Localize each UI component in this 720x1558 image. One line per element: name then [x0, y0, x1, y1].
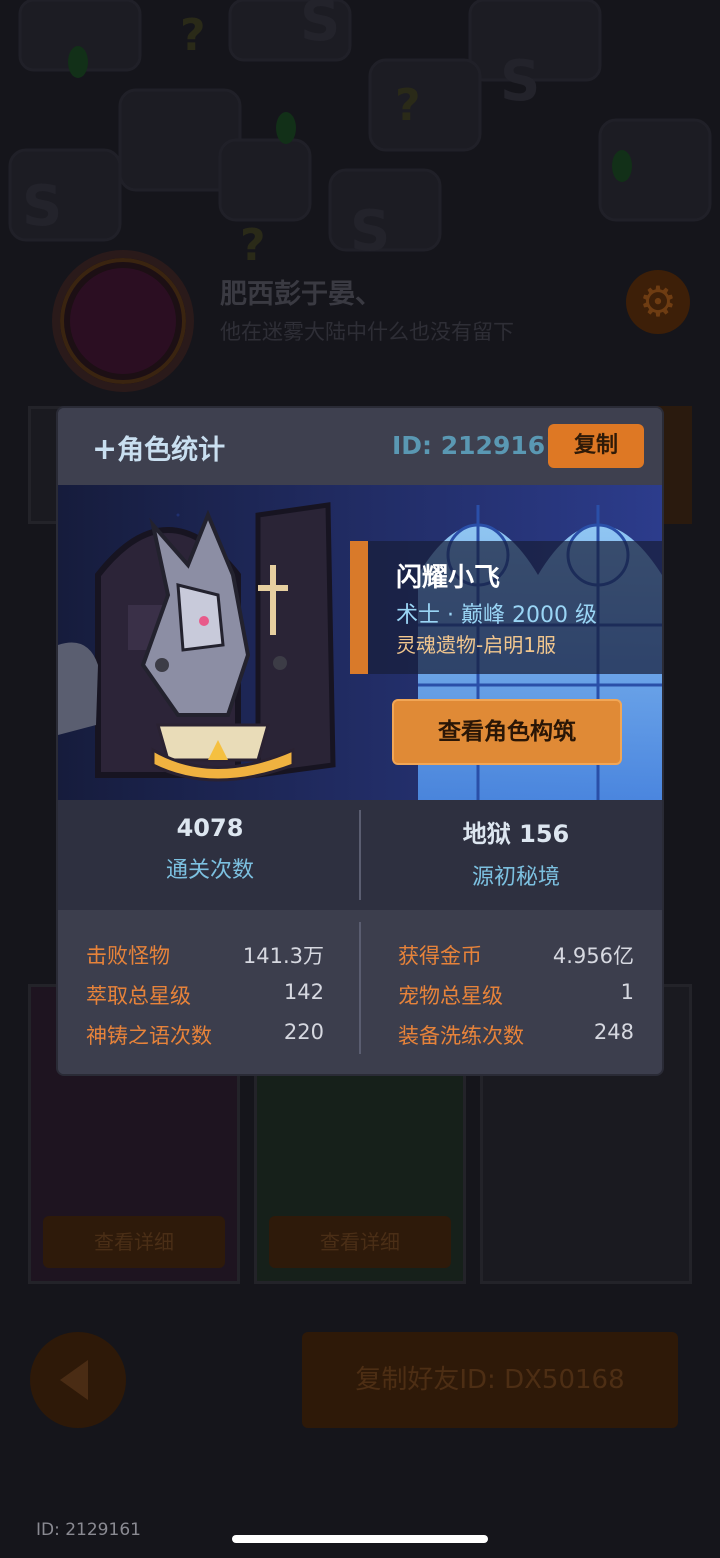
stat-realm-label: 源初秘境: [471, 865, 560, 890]
stat-row-value: 220: [283, 1020, 324, 1044]
character-stats-modal: +角色统计 ID: 2129161 复制 闪耀小飞 术士 · 巅峰 2000 级…: [58, 408, 662, 1074]
stat-row-label: 萃取总星级: [86, 984, 191, 1008]
view-detail-button-1[interactable]: 查看详细: [43, 1216, 225, 1268]
modal-title: +角色统计: [92, 432, 226, 467]
stat-row: 获得金币 4.956亿: [398, 940, 634, 968]
hero-server: 灵魂遗物-启明1服: [396, 633, 556, 657]
settings-gear-icon[interactable]: ⚙: [626, 270, 690, 334]
stat-clears: 4078 通关次数: [60, 814, 360, 884]
stat-row-value: 142: [283, 980, 324, 1004]
hero-banner: 闪耀小飞 术士 · 巅峰 2000 级 灵魂遗物-启明1服 查看角色构筑: [58, 485, 662, 800]
svg-text:?: ?: [395, 80, 421, 131]
bottom-player-id: ID: 2129161: [36, 1520, 141, 1540]
plus-icon: +: [92, 432, 118, 467]
stat-row-value: 4.956亿: [552, 944, 634, 968]
stat-realm: 地狱 156 源初秘境: [366, 814, 662, 891]
stat-row-label: 获得金币: [398, 944, 482, 968]
secondary-stats-divider: [359, 922, 361, 1054]
stat-clears-value: 4078: [176, 814, 244, 842]
stat-row: 萃取总星级 142: [86, 980, 324, 1008]
svg-text:S: S: [350, 199, 390, 260]
view-build-button[interactable]: 查看角色构筑: [392, 699, 622, 765]
hero-info-panel: 闪耀小飞 术士 · 巅峰 2000 级 灵魂遗物-启明1服: [350, 541, 662, 674]
player-id-label: ID: 2129161: [392, 431, 563, 460]
back-arrow-icon: [60, 1360, 88, 1400]
background-pattern: S S S S ? ? ?: [0, 0, 720, 260]
stat-row: 击败怪物 141.3万: [86, 940, 324, 968]
secondary-stats: 击败怪物 141.3万 萃取总星级 142 神铸之语次数 220 获得金币 4.…: [58, 910, 662, 1074]
stat-row-label: 神铸之语次数: [86, 1024, 212, 1048]
primary-stats: 4078 通关次数 地狱 156 源初秘境: [58, 800, 662, 910]
home-indicator[interactable]: [232, 1535, 488, 1543]
stat-row-label: 装备洗练次数: [398, 1024, 524, 1048]
stat-row-value: 248: [593, 1020, 634, 1044]
svg-text:?: ?: [180, 10, 206, 61]
copy-friend-id-button[interactable]: 复制好友ID: DX50168: [302, 1332, 678, 1428]
profile-avatar[interactable]: [52, 250, 194, 392]
view-detail-button-2[interactable]: 查看详细: [269, 1216, 451, 1268]
back-button[interactable]: [30, 1332, 126, 1428]
profile-motto: 他在迷雾大陆中什么也没有留下: [220, 320, 514, 344]
svg-text:S: S: [22, 174, 62, 239]
stat-realm-value: 地狱 156: [462, 820, 570, 848]
stat-row: 神铸之语次数 220: [86, 1020, 324, 1048]
hero-name: 闪耀小飞: [396, 563, 501, 593]
modal-header: +角色统计 ID: 2129161 复制: [58, 408, 662, 485]
stat-row-value: 141.3万: [242, 944, 324, 968]
primary-stats-divider: [359, 810, 361, 900]
stat-row: 装备洗练次数 248: [398, 1020, 634, 1048]
stat-row-label: 击败怪物: [86, 944, 170, 968]
stat-row-label: 宠物总星级: [398, 984, 503, 1008]
stat-row-value: 1: [620, 980, 634, 1004]
svg-text:?: ?: [240, 220, 266, 260]
profile-name: 肥西彭于晏、: [220, 279, 382, 310]
svg-text:S: S: [300, 0, 340, 54]
stat-row: 宠物总星级 1: [398, 980, 634, 1008]
svg-text:S: S: [500, 49, 540, 114]
hero-class-level: 术士 · 巅峰 2000 级: [396, 603, 597, 628]
copy-id-button[interactable]: 复制: [548, 424, 644, 468]
stat-clears-label: 通关次数: [165, 858, 254, 883]
